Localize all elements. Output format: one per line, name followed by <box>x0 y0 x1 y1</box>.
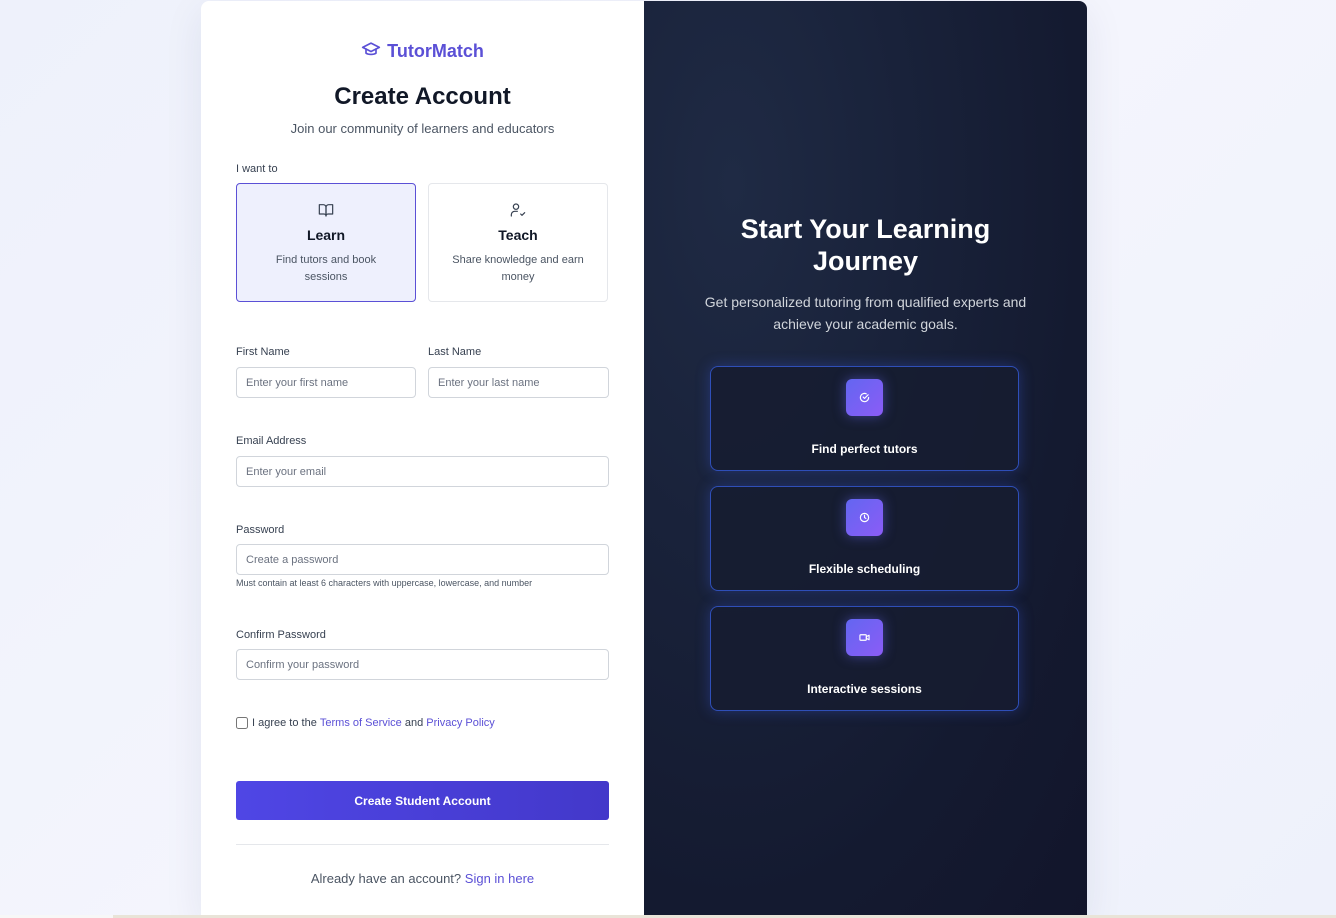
clock-icon <box>846 499 883 536</box>
graduation-cap-icon <box>361 39 381 64</box>
role-label: I want to <box>236 163 278 175</box>
password-hint: Must contain at least 6 characters with … <box>236 578 533 588</box>
feature-card: Find perfect tutors <box>710 366 1019 471</box>
terms-agreement: I agree to the Terms of Service and Priv… <box>236 717 495 729</box>
page-subtitle: Join our community of learners and educa… <box>290 121 555 136</box>
feature-card: Flexible scheduling <box>710 486 1019 591</box>
promo-panel: Start Your Learning Journey Get personal… <box>644 1 1087 918</box>
promo-title: Start Your Learning Journey <box>644 213 1087 277</box>
promo-title-line2: Journey <box>812 246 919 276</box>
role-option-learn[interactable]: Learn Find tutors and book sessions <box>236 183 416 302</box>
first-name-label: First Name <box>236 346 290 358</box>
privacy-policy-link[interactable]: Privacy Policy <box>426 717 494 729</box>
signup-card: TutorMatch Create Account Join our commu… <box>201 1 1087 918</box>
feature-label: Find perfect tutors <box>811 442 918 456</box>
confirm-password-label: Confirm Password <box>236 629 326 641</box>
agree-and: and <box>404 717 424 729</box>
check-circle-icon <box>846 379 883 416</box>
divider <box>236 844 609 845</box>
signup-form-panel: TutorMatch Create Account Join our commu… <box>201 1 644 918</box>
email-label: Email Address <box>236 435 307 447</box>
user-check-icon <box>429 202 607 218</box>
sign-in-prompt: Already have an account? Sign in here <box>201 871 644 886</box>
role-option-description: Share knowledge and earn money <box>452 254 584 283</box>
page-title: Create Account <box>334 83 511 110</box>
last-name-input[interactable] <box>428 367 609 398</box>
role-option-title: Teach <box>498 227 538 243</box>
brand-logo[interactable]: TutorMatch <box>201 39 644 64</box>
feature-card: Interactive sessions <box>710 606 1019 711</box>
video-icon <box>846 619 883 656</box>
terms-checkbox[interactable] <box>236 717 248 729</box>
terms-of-service-link[interactable]: Terms of Service <box>320 717 402 729</box>
book-open-icon <box>237 202 415 218</box>
promo-title-line1: Start Your Learning <box>740 214 991 244</box>
last-name-label: Last Name <box>428 346 482 358</box>
agree-prefix: I agree to the <box>252 717 317 729</box>
feature-label: Flexible scheduling <box>808 562 921 576</box>
brand-name: TutorMatch <box>387 41 484 61</box>
email-input[interactable] <box>236 456 609 487</box>
role-option-teach[interactable]: Teach Share knowledge and earn money <box>428 183 608 302</box>
password-label: Password <box>236 524 285 536</box>
sign-in-text: Already have an account? <box>310 871 462 886</box>
first-name-input[interactable] <box>236 367 416 398</box>
feature-label: Interactive sessions <box>807 682 922 696</box>
role-option-title: Learn <box>306 227 346 243</box>
sign-in-link[interactable]: Sign in here <box>465 871 534 886</box>
create-account-button[interactable]: Create Student Account <box>236 781 609 820</box>
password-input[interactable] <box>236 544 609 575</box>
promo-subtitle: Get personalized tutoring from qualified… <box>704 294 1027 332</box>
confirm-password-input[interactable] <box>236 649 609 680</box>
role-option-description: Find tutors and book sessions <box>275 254 377 283</box>
